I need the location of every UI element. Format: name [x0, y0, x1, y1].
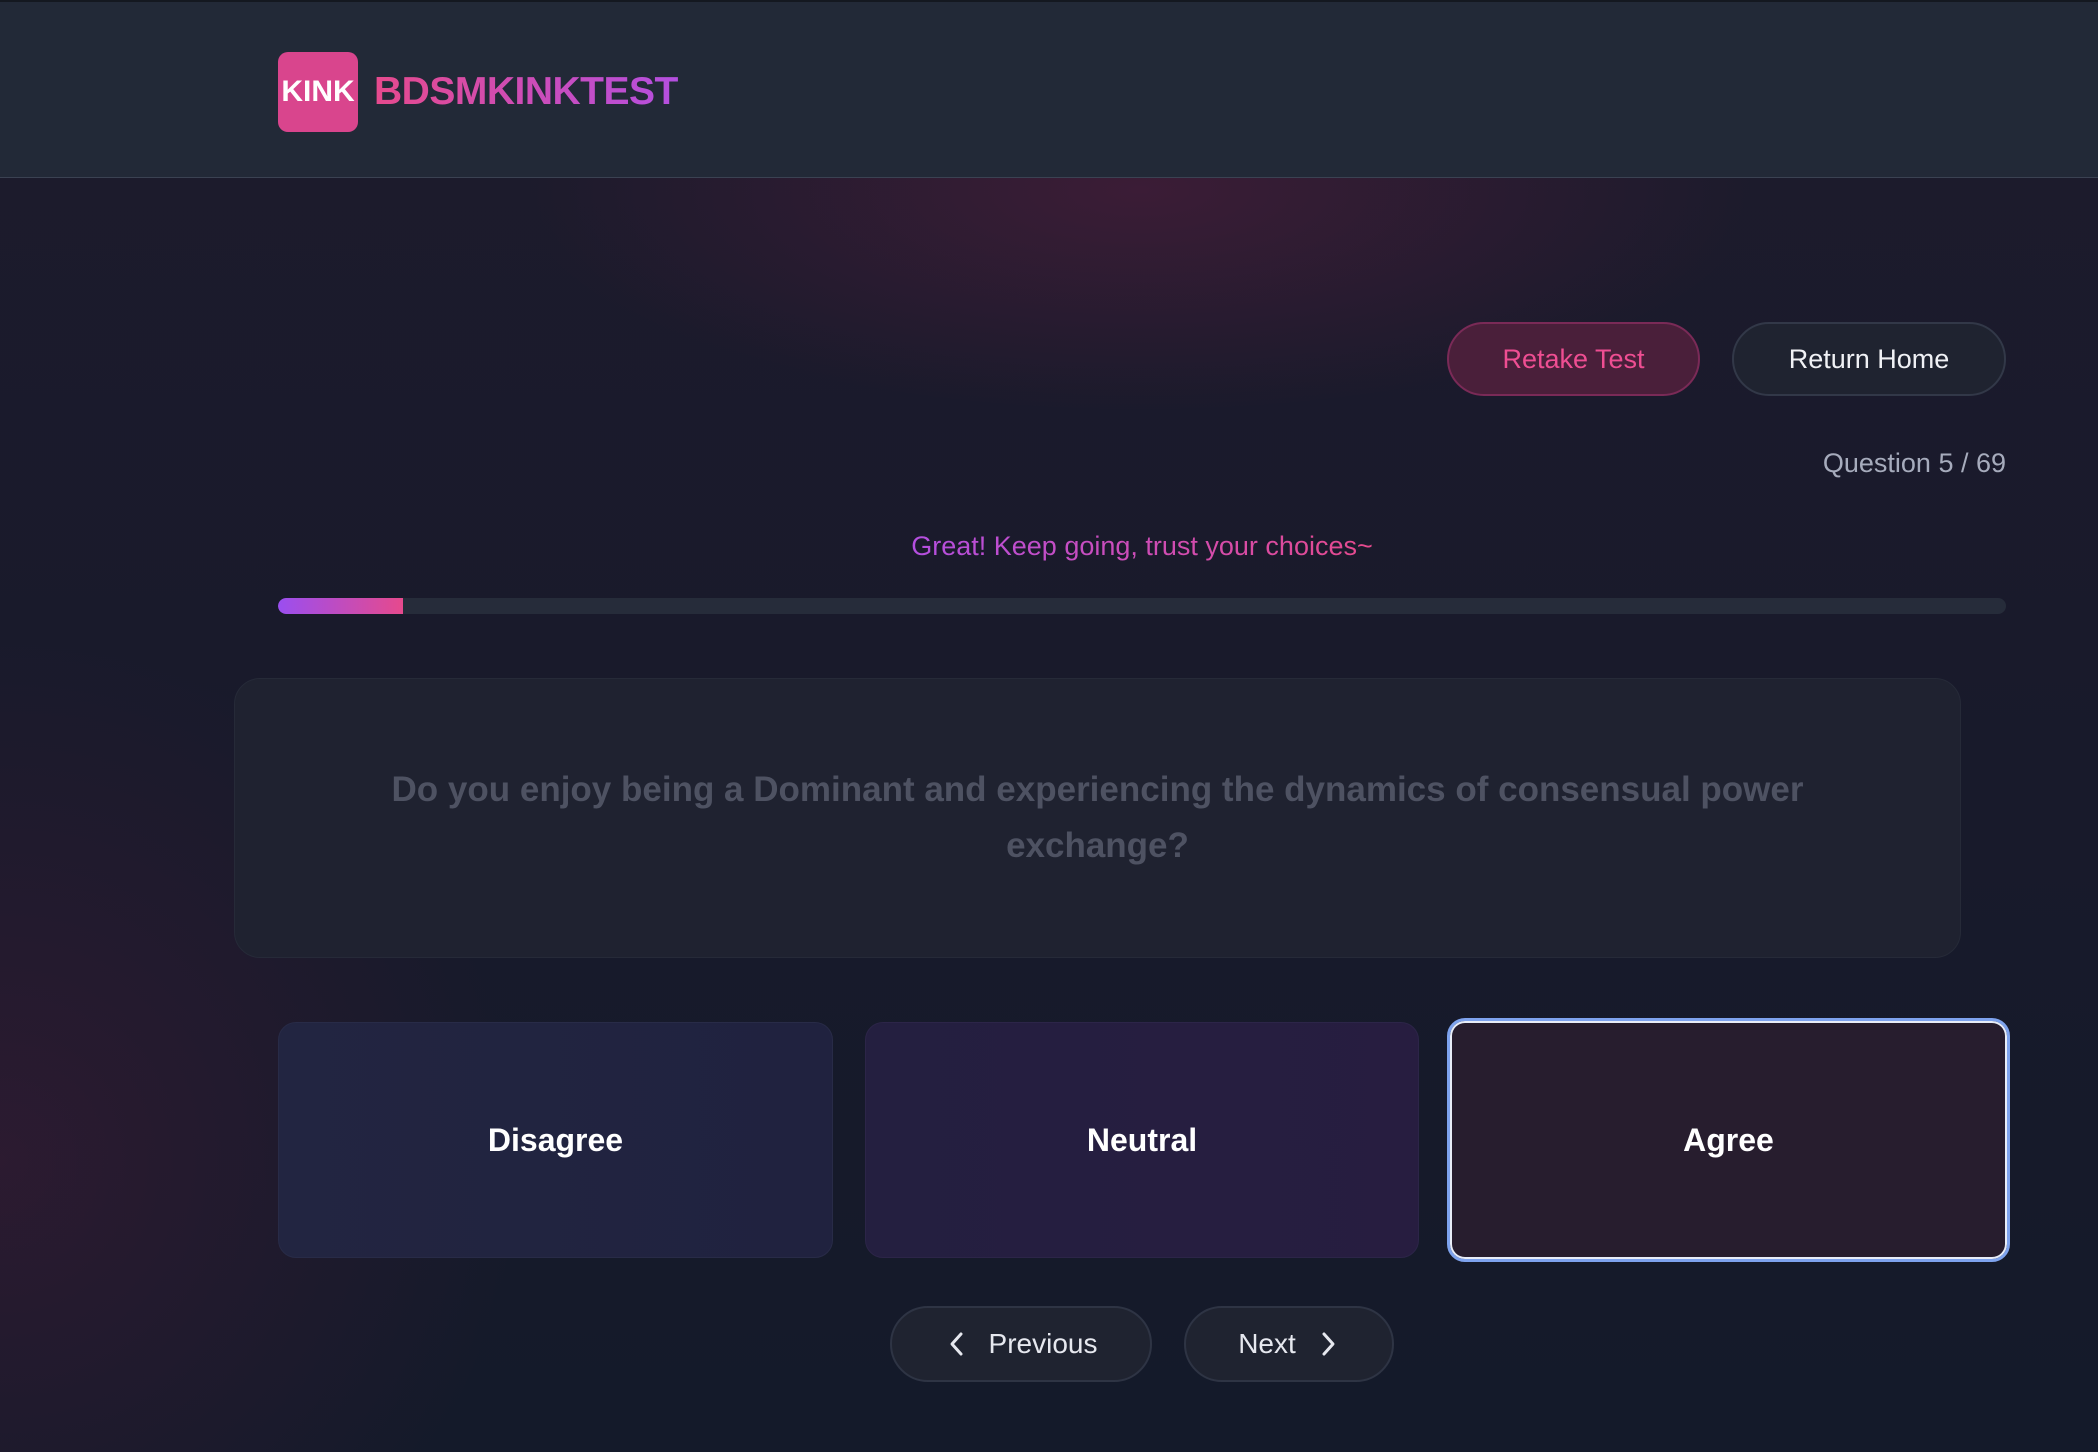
next-label: Next — [1238, 1328, 1296, 1359]
chevron-right-icon — [1316, 1332, 1340, 1356]
question-text: Do you enjoy being a Dominant and experi… — [391, 770, 1804, 865]
previous-button[interactable]: Previous — [890, 1306, 1152, 1382]
answer-neutral-button[interactable]: Neutral — [865, 1022, 1419, 1258]
answer-label: Disagree — [487, 1121, 624, 1158]
encouragement-message: Great! Keep going, trust your choices~ — [278, 526, 2006, 566]
retake-test-button[interactable]: Retake Test — [1447, 322, 1700, 396]
encouragement-text: Great! Keep going, trust your choices~ — [911, 531, 1373, 561]
chevron-left-icon — [945, 1332, 969, 1356]
progress-bar — [278, 598, 2006, 614]
brand-name[interactable]: BDSMKINKTEST — [374, 66, 678, 118]
question-counter: Question 5 / 69 — [1822, 448, 2006, 478]
answer-label: Agree — [1683, 1121, 1774, 1158]
top-navigation-bar: KINK BDSMKINKTEST — [0, 0, 2098, 178]
answer-agree-button[interactable]: Agree — [1447, 1018, 2010, 1262]
question-card: Do you enjoy being a Dominant and experi… — [234, 678, 1961, 958]
answer-disagree-button[interactable]: Disagree — [278, 1022, 833, 1258]
logo-text: KINK — [281, 75, 355, 108]
previous-label: Previous — [988, 1328, 1098, 1359]
answer-label: Neutral — [1086, 1121, 1198, 1158]
next-button[interactable]: Next — [1184, 1306, 1394, 1382]
logo-icon[interactable]: KINK — [278, 52, 358, 132]
progress-bar-fill — [278, 598, 404, 614]
return-home-button[interactable]: Return Home — [1732, 322, 2006, 396]
